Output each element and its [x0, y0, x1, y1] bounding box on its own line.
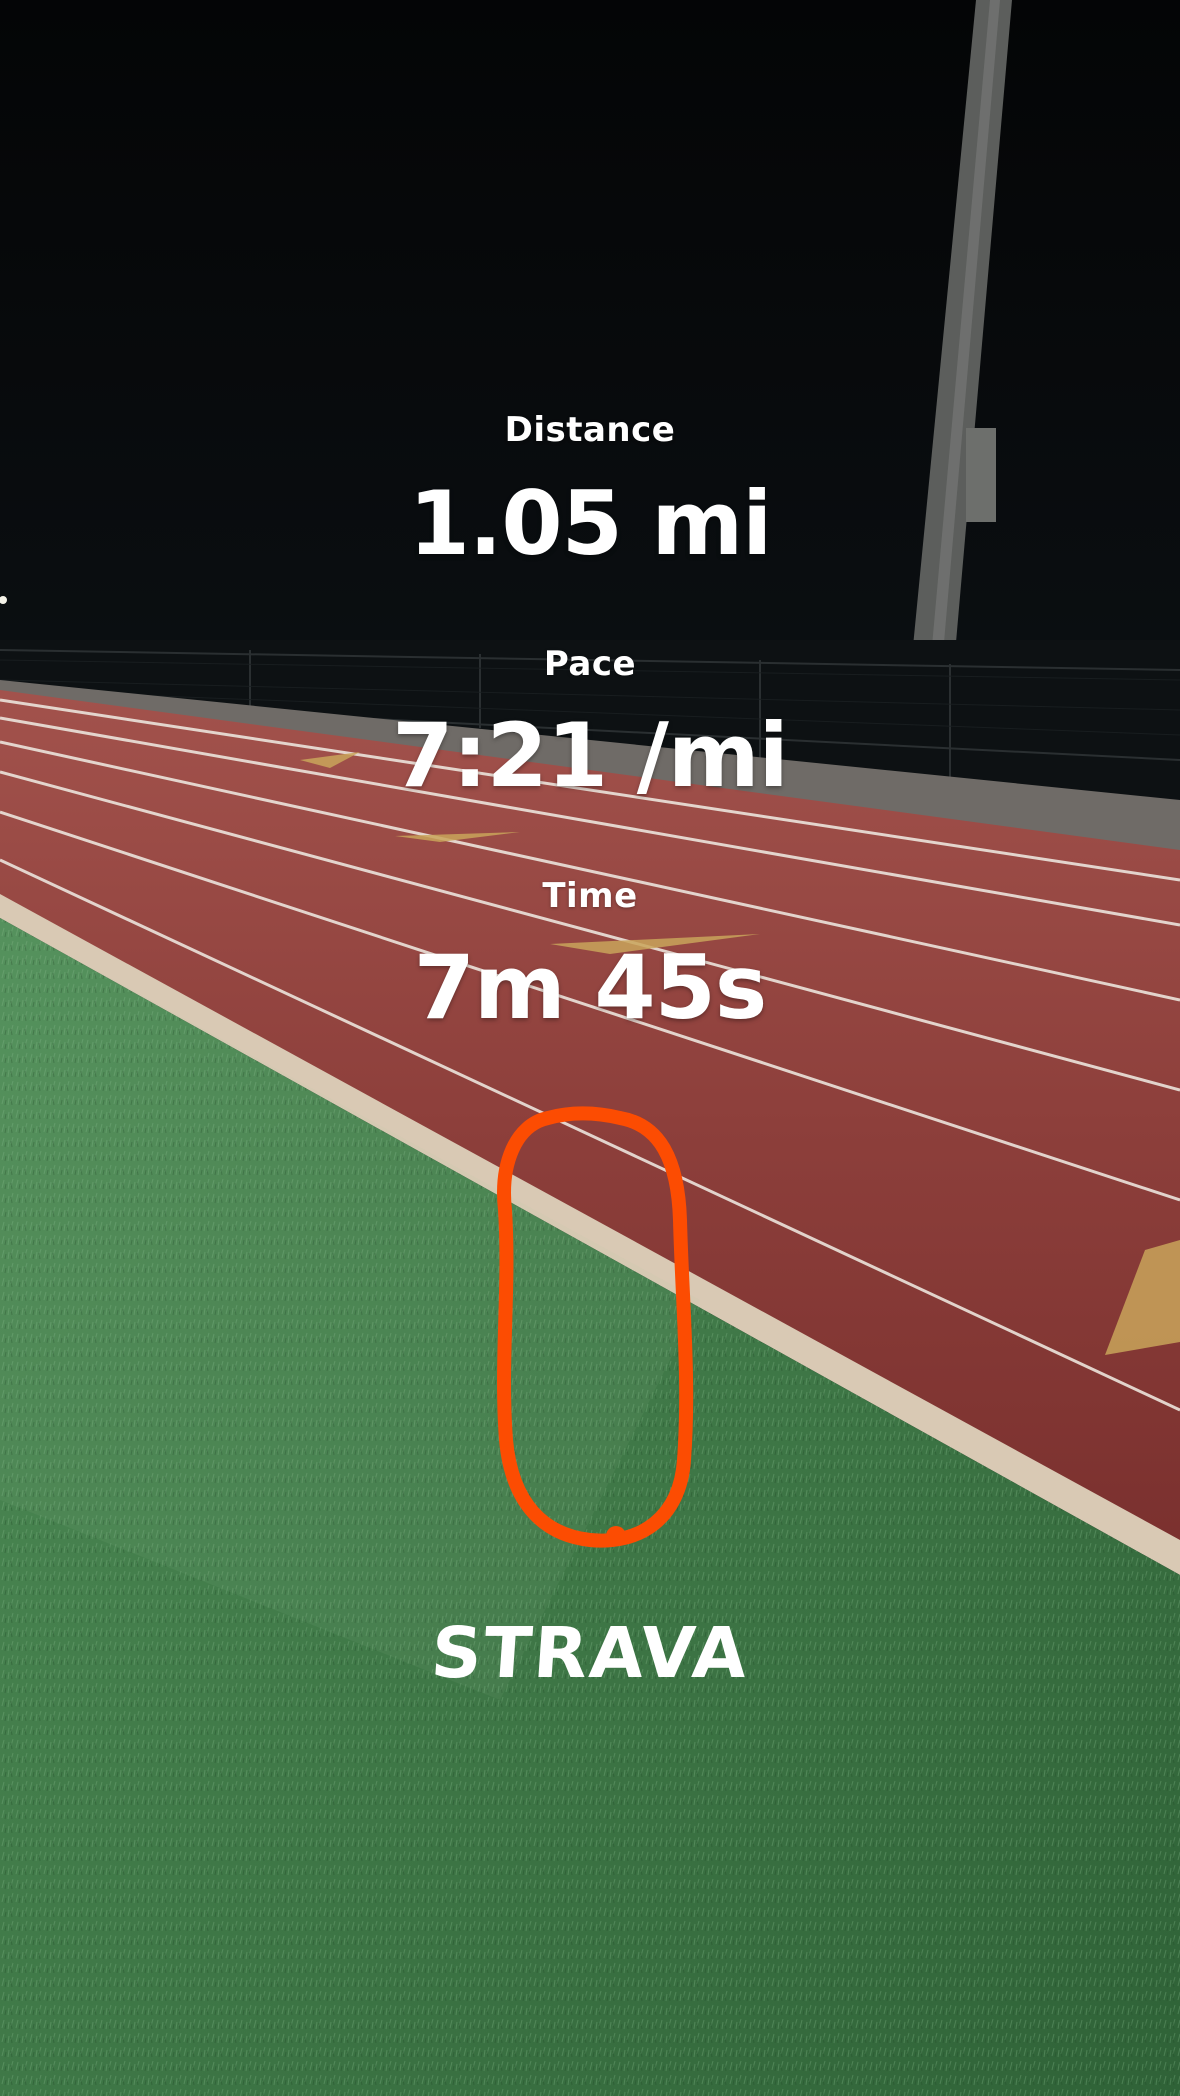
activity-share-image: Distance 1.05 mi Pace 7:21 /mi Time 7m 4… — [0, 0, 1180, 2096]
route-path — [497, 1106, 694, 1548]
route-loop-icon — [497, 1106, 694, 1548]
